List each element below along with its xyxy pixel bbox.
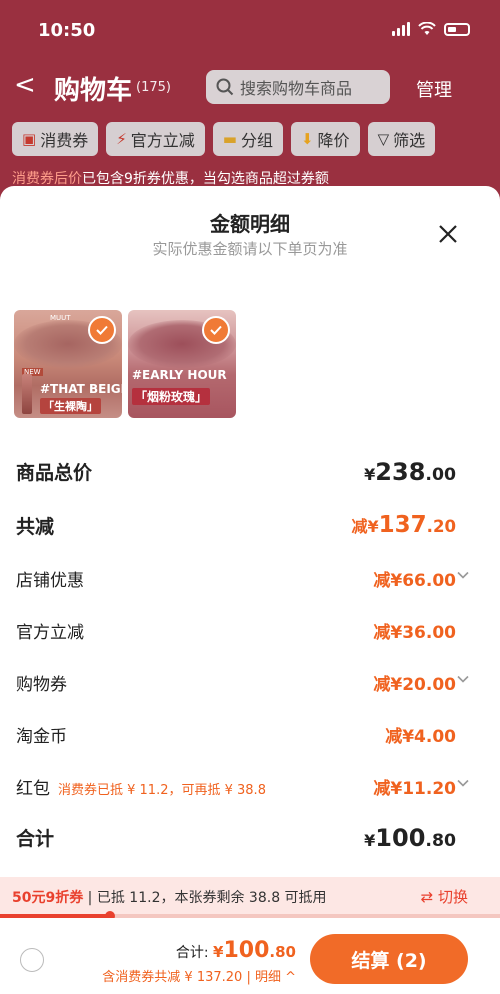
wifi-icon <box>418 22 436 35</box>
cart-count: (175) <box>136 80 171 95</box>
checkout-footer: 合计: ¥100.80 含消费券共减 ¥ 137.20 | 明细 ^ 结算 (2… <box>0 918 500 994</box>
coupon-hint-text: 已包含9折券优惠，当勾选商品超过券额 <box>82 171 329 187</box>
chevron-down-icon[interactable] <box>456 568 470 582</box>
row-value: 减¥20.00 <box>373 675 456 695</box>
coupon-hint-line: 消费券后价已包含9折券优惠，当勾选商品超过券额 <box>12 168 472 188</box>
filter-group[interactable]: ▬ 分组 <box>212 122 283 156</box>
filter-label: 降价 <box>317 131 350 150</box>
check-icon <box>202 316 230 344</box>
status-bar: 10:50 <box>0 0 500 60</box>
lightning-icon: ⚡ <box>116 130 127 148</box>
product-thumbnail-2[interactable]: #EARLY HOUR 「烟粉玫瑰」 <box>128 310 236 418</box>
product-shade: 「烟粉玫瑰」 <box>132 388 211 405</box>
filter-label: 官方立减 <box>130 131 195 150</box>
chevron-down-icon[interactable] <box>456 776 470 790</box>
row-taojinbi: 淘金币 减¥4.00 <box>16 722 486 752</box>
product-thumbnail-1[interactable]: MUUT NEW #THAT BEIGE 「生裸陶」 <box>14 310 122 418</box>
row-label: 官方立减 <box>16 623 84 643</box>
close-icon[interactable] <box>436 222 460 246</box>
back-icon[interactable]: < <box>14 70 36 100</box>
coupon-name: 50元9折券 <box>12 890 84 906</box>
filter-price-drop[interactable]: ⬇ 降价 <box>290 122 360 156</box>
check-icon <box>88 316 116 344</box>
filter-screen[interactable]: ▽ 筛选 <box>367 122 436 156</box>
filter-bar: ▣ 消费券 ⚡ 官方立减 ▬ 分组 ⬇ 降价 ▽ 筛选 <box>12 122 488 156</box>
filter-label: 消费券 <box>40 131 89 150</box>
coupon-hint-red: 消费券后价 <box>12 171 82 187</box>
row-value: 减¥137.20 <box>351 512 457 538</box>
row-label: 红包 消费券已抵 ¥ 11.2，可再抵 ¥ 38.8 <box>16 779 266 799</box>
sheet-title: 金额明细 <box>210 212 290 236</box>
row-red-packet[interactable]: 红包 消费券已抵 ¥ 11.2，可再抵 ¥ 38.8 减¥11.20 <box>16 774 486 804</box>
page-title: 购物车 <box>54 76 133 106</box>
funnel-icon: ▽ <box>377 130 390 148</box>
filter-official-discount[interactable]: ⚡ 官方立减 <box>106 122 205 156</box>
row-shopping-coupon[interactable]: 购物券 减¥20.00 <box>16 670 486 700</box>
search-icon <box>216 78 234 96</box>
amount-detail-sheet: 金额明细 实际优惠金额请以下单页为准 MUUT NEW #THAT BEIGE … <box>0 186 500 994</box>
product-name: #EARLY HOUR <box>132 368 227 382</box>
row-total-price: 商品总价 ¥238.00 <box>16 458 486 488</box>
row-label: 淘金币 <box>16 727 67 747</box>
row-value: 减¥4.00 <box>385 727 456 747</box>
chevron-down-icon[interactable] <box>456 672 470 686</box>
row-label: 购物券 <box>16 675 67 695</box>
row-official-discount: 官方立减 减¥36.00 <box>16 618 486 648</box>
coupon-strip: 50元9折券 | 已抵 11.2，本张券剩余 38.8 可抵用 ⇄ 切换 <box>0 877 500 915</box>
folder-icon: ▬ <box>222 130 237 148</box>
coupon-icon: ▣ <box>22 130 37 148</box>
product-name: #THAT BEIGE <box>40 382 122 396</box>
product-brand: MUUT <box>50 314 71 322</box>
row-value: ¥100.80 <box>364 824 456 852</box>
filter-label: 筛选 <box>393 131 426 150</box>
row-label: 合计 <box>16 828 55 850</box>
battery-icon <box>444 22 470 36</box>
row-value: ¥238.00 <box>364 458 456 486</box>
lipstick-image <box>22 374 32 414</box>
row-label: 共减 <box>16 516 55 538</box>
signal-icon <box>392 22 410 36</box>
select-all-checkbox[interactable] <box>20 948 44 972</box>
row-label: 商品总价 <box>16 462 93 484</box>
status-time: 10:50 <box>38 20 96 41</box>
manage-button[interactable]: 管理 <box>416 76 452 102</box>
row-value: 减¥66.00 <box>373 571 456 591</box>
sheet-subtitle: 实际优惠金额请以下单页为准 <box>152 240 348 258</box>
red-packet-note: 消费券已抵 ¥ 11.2，可再抵 ¥ 38.8 <box>58 783 266 798</box>
row-value: 减¥36.00 <box>373 623 456 643</box>
arrow-down-icon: ⬇ <box>300 130 314 148</box>
row-subtotal: 合计 ¥100.80 <box>16 824 486 854</box>
cart-nav-bar: < 购物车 (175) 搜索购物车商品 管理 <box>0 64 500 112</box>
row-value: 减¥11.20 <box>373 779 456 799</box>
row-discount: 共减 减¥137.20 <box>16 512 486 542</box>
footer-total: 合计: ¥100.80 <box>175 938 296 963</box>
footer-detail-link[interactable]: 含消费券共减 ¥ 137.20 | 明细 ^ <box>102 966 296 985</box>
search-input[interactable]: 搜索购物车商品 <box>206 70 390 104</box>
search-placeholder: 搜索购物车商品 <box>240 79 353 98</box>
checkout-button[interactable]: 结算 (2) <box>310 934 468 984</box>
row-store-discount[interactable]: 店铺优惠 减¥66.00 <box>16 566 486 596</box>
status-icons <box>392 22 470 36</box>
row-label: 店铺优惠 <box>16 571 84 591</box>
switch-coupon-button[interactable]: ⇄ 切换 <box>421 886 468 907</box>
filter-coupon[interactable]: ▣ 消费券 <box>12 122 99 156</box>
coupon-strip-text: 50元9折券 | 已抵 11.2，本张券剩余 38.8 可抵用 <box>12 890 327 906</box>
filter-label: 分组 <box>240 131 273 150</box>
product-shade: 「生裸陶」 <box>40 398 101 414</box>
